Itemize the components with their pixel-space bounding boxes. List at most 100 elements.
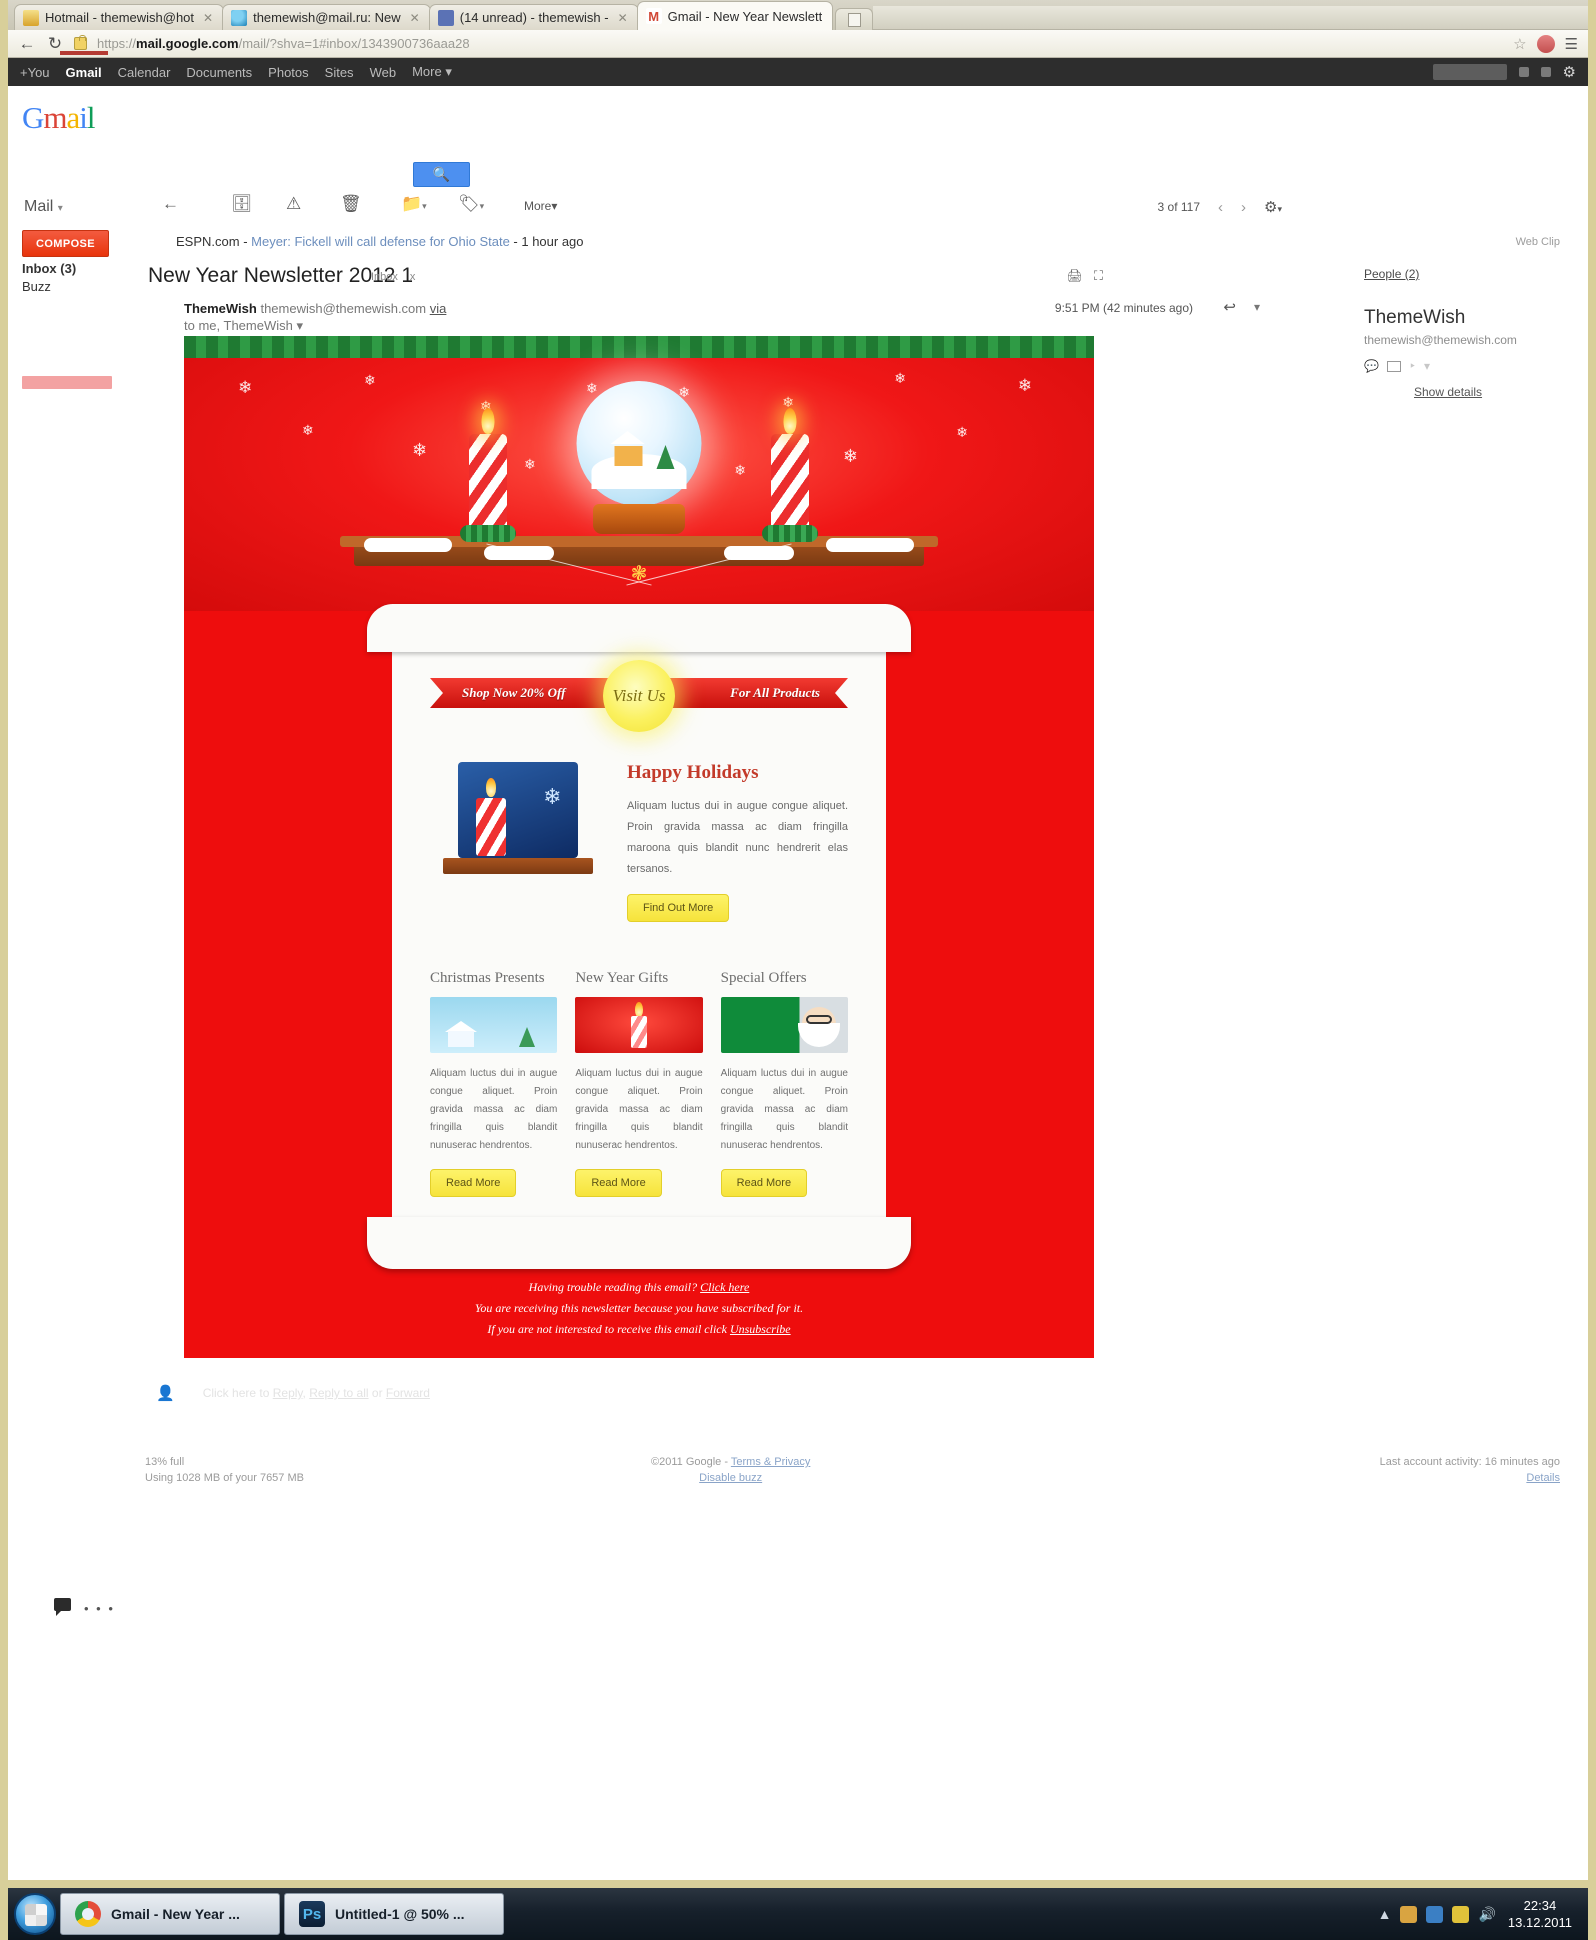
avatar[interactable] — [1536, 34, 1555, 53]
find-out-more-button[interactable]: Find Out More — [627, 894, 730, 922]
gbar-item-sites[interactable]: Sites — [325, 65, 354, 80]
star-icon[interactable]: ☆ — [1513, 35, 1526, 53]
ad-time: 1 hour ago — [521, 234, 584, 249]
sidebar-item-placeholder — [22, 314, 112, 332]
mail-selector-dropdown[interactable]: Mail ▾ — [24, 198, 63, 216]
network-icon[interactable] — [1426, 1905, 1444, 1923]
unsubscribe-link[interactable]: Unsubscribe — [730, 1322, 791, 1336]
close-icon[interactable]: ✕ — [203, 11, 213, 25]
garland-decoration — [184, 336, 1094, 358]
column-title: Special Offers — [720, 970, 807, 986]
browser-tab-facebook[interactable]: (14 unread) - themewish - ✕ — [428, 4, 639, 30]
previous-arrow-icon[interactable]: ‹ — [1218, 199, 1223, 216]
snowflake-icon: ❄ — [734, 462, 746, 478]
reply-link[interactable]: Reply — [273, 1386, 303, 1400]
search-button[interactable]: 🔍 — [413, 162, 470, 187]
gbar-item-web[interactable]: Web — [370, 65, 397, 80]
three-column-section: Christmas Presents Aliquam luctus dui in… — [430, 970, 848, 1197]
gbar-account-chip[interactable] — [1432, 64, 1507, 80]
sender-email: themewish@themewish.com — [260, 301, 427, 316]
candle-icon — [475, 798, 506, 856]
read-more-button[interactable]: Read More — [720, 1169, 808, 1197]
more-options-caret-icon[interactable]: ▾ — [1254, 300, 1260, 314]
show-details-link[interactable]: Show details — [1414, 385, 1564, 399]
show-hidden-icon[interactable]: ▲ — [1378, 1906, 1392, 1922]
remove-label-icon[interactable]: x — [410, 271, 416, 283]
gbar-item-gmail[interactable]: Gmail — [59, 50, 108, 80]
compose-button[interactable]: COMPOSE — [22, 230, 109, 257]
action-center-icon[interactable] — [1452, 1905, 1470, 1923]
gbar-item-more[interactable]: More ▾ — [412, 64, 452, 80]
volume-icon[interactable]: 🔊 — [1478, 1906, 1495, 1923]
forward-link[interactable]: Forward — [386, 1386, 430, 1400]
archive-icon[interactable]: 🗄 — [231, 194, 253, 214]
visit-us-badge[interactable]: Visit Us — [603, 660, 675, 732]
sidebar-item-inbox[interactable]: Inbox (3) — [22, 260, 112, 278]
terms-privacy-link[interactable]: Terms & Privacy — [731, 1456, 810, 1468]
label-inbox[interactable]: Inbox — [371, 271, 398, 283]
print-icon[interactable]: 🖨 — [1066, 268, 1083, 284]
column-title: New Year Gifts — [575, 970, 669, 986]
browser-tab-gmail[interactable]: M Gmail - New Year Newslett — [636, 1, 834, 30]
move-to-folder-icon[interactable]: 📁▾ — [401, 194, 427, 214]
web-clip-label[interactable]: Web Clip — [1516, 236, 1560, 248]
ad-headline[interactable]: Meyer: Fickell will call defense for Ohi… — [251, 234, 510, 249]
taskbar-item-label: Gmail - New Year ... — [111, 1906, 240, 1922]
report-spam-icon[interactable]: ⚠ — [286, 194, 301, 214]
close-icon[interactable]: ✕ — [410, 11, 420, 25]
via-link[interactable]: via — [430, 301, 447, 316]
browser-tab-mailru[interactable]: themewish@mail.ru: New ✕ — [222, 4, 431, 30]
labels-tag-icon[interactable]: 🏷▾ — [458, 194, 484, 214]
chat-dots[interactable]: • • • — [84, 1601, 115, 1616]
next-arrow-icon[interactable]: › — [1241, 199, 1246, 216]
gbar-item-plus-you[interactable]: +You — [20, 65, 50, 80]
start-orb-button[interactable] — [14, 1893, 56, 1935]
new-tab-button[interactable] — [835, 8, 874, 30]
web-clip-ad[interactable]: ESPN.com - Meyer: Fickell will call defe… — [176, 234, 584, 249]
address-bar[interactable]: https://mail.google.com/mail/?shva=1#inb… — [97, 36, 1503, 51]
gmail-logo[interactable]: Gmail — [22, 100, 95, 136]
gbar-share-icon[interactable] — [1540, 67, 1551, 77]
people-panel-title[interactable]: People (2) — [1364, 267, 1419, 281]
details-link[interactable]: Details — [1526, 1472, 1560, 1484]
wrench-menu-icon[interactable]: ☰ — [1565, 35, 1578, 53]
open-in-new-window-icon[interactable]: ⛶ — [1094, 268, 1103, 284]
tab-title: Hotmail - themewish@hot — [45, 10, 195, 25]
storage-info: 13% full Using 1028 MB of your 7657 MB — [145, 1454, 304, 1486]
settings-gear-icon[interactable]: ⚙▾ — [1264, 198, 1282, 216]
chat-status-icon[interactable] — [54, 1598, 71, 1616]
browser-tab-hotmail[interactable]: Hotmail - themewish@hot ✕ — [14, 4, 225, 30]
click-here-link[interactable]: Click here — [700, 1280, 749, 1294]
video-call-icon[interactable] — [1386, 360, 1401, 372]
toolbar-more-button[interactable]: More▾ — [524, 199, 557, 213]
gbar-item-photos[interactable]: Photos — [268, 65, 308, 80]
read-more-button[interactable]: Read More — [430, 1169, 517, 1197]
recipients-line[interactable]: to me, ThemeWish ▾ — [184, 317, 446, 334]
storage-usage: Using 1028 MB of your 7657 MB — [145, 1472, 304, 1484]
settings-gear-icon[interactable]: ⚙ — [1563, 63, 1576, 81]
taskbar-clock[interactable]: 22:34 13.12.2011 — [1508, 1897, 1582, 1931]
chat-bubble-icon[interactable]: 💬 — [1364, 359, 1379, 373]
read-more-button[interactable]: Read More — [575, 1169, 662, 1197]
disable-buzz-link[interactable]: Disable buzz — [699, 1472, 762, 1484]
gbar-item-calendar[interactable]: Calendar — [118, 65, 171, 80]
back-to-inbox-icon[interactable]: ← — [162, 194, 179, 214]
sidebar-item-buzz[interactable]: Buzz — [22, 278, 112, 296]
reply-arrow-icon[interactable]: ↩ — [1223, 298, 1236, 316]
close-icon[interactable]: ✕ — [618, 11, 628, 25]
trash-delete-icon[interactable]: 🗑 — [340, 194, 362, 214]
candle-right-icon — [762, 408, 818, 542]
pager-count: 3 of 117 — [1157, 200, 1201, 214]
gbar-notification-icon[interactable] — [1518, 67, 1529, 77]
gbar-item-documents[interactable]: Documents — [186, 65, 252, 80]
back-arrow-icon[interactable]: ← — [18, 34, 36, 54]
sidebar-item-placeholder — [22, 350, 112, 368]
taskbar-item-chrome[interactable]: Gmail - New Year ... — [60, 1893, 280, 1935]
people-panel: People (2) ThemeWish themewish@themewish… — [1364, 266, 1564, 399]
reply-all-link[interactable]: Reply to all — [309, 1386, 368, 1400]
sidebar-item-placeholder — [22, 332, 112, 350]
taskbar-item-photoshop[interactable]: Ps Untitled-1 @ 50% ... — [284, 1893, 504, 1935]
safely-remove-icon[interactable] — [1400, 1905, 1418, 1923]
chevron-down-icon[interactable]: ▾ — [1424, 359, 1430, 373]
contact-action-extra-icon[interactable]: ‣ — [1409, 359, 1416, 373]
